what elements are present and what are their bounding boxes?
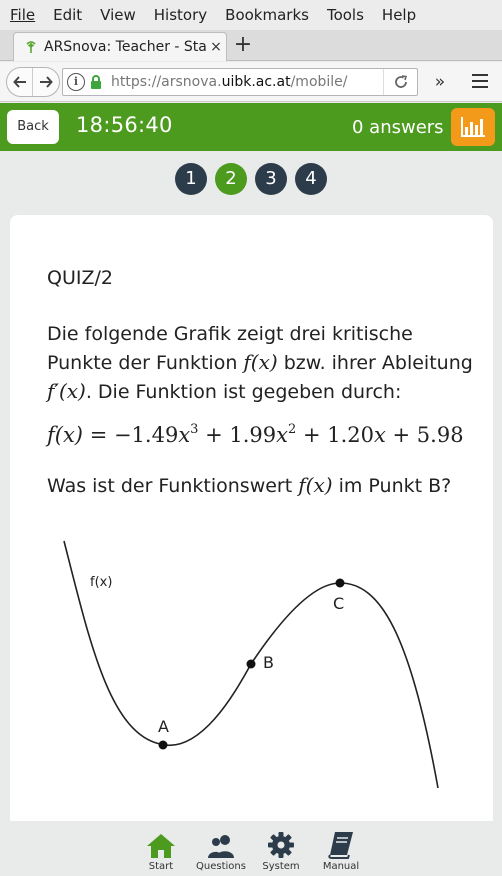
nav-manual[interactable]: Manual	[311, 831, 371, 872]
menu-tools[interactable]: Tools	[321, 6, 370, 24]
menu-edit[interactable]: Edit	[47, 6, 88, 24]
prompt-text-2: im Punkt B?	[332, 475, 452, 497]
new-tab-button[interactable]: +	[232, 34, 254, 56]
reload-icon[interactable]	[383, 69, 417, 95]
browser-navbar: i https://arsnova.uibk.ac.at/mobile/ »	[0, 62, 502, 102]
formula-x2: x	[276, 423, 289, 447]
question-text: Die folgende Grafik zeigt drei kritische…	[47, 320, 477, 406]
math-f-prime: f′(x)	[47, 379, 86, 403]
curve-label: f(x)	[90, 575, 112, 590]
toolbar-overflow-button[interactable]: »	[430, 72, 450, 92]
url-bar[interactable]: i https://arsnova.uibk.ac.at/mobile/	[62, 68, 418, 96]
question-prompt: Was ist der Funktionswert f(x) im Punkt …	[47, 473, 451, 497]
point-c-label: C	[333, 594, 344, 613]
menu-help[interactable]: Help	[376, 6, 422, 24]
back-forward-group	[6, 67, 60, 97]
browser-menubar: File Edit View History Bookmarks Tools H…	[0, 0, 502, 30]
url-text: https://arsnova.uibk.ac.at/mobile/	[111, 74, 348, 90]
browser-forward-button[interactable]	[33, 68, 59, 96]
math-f: f(x)	[243, 350, 278, 374]
nav-questions[interactable]: Questions	[191, 831, 251, 872]
url-prefix: https://arsnova.	[111, 74, 222, 90]
formula-t4: + 5.98	[385, 423, 464, 447]
nav-start[interactable]: Start	[131, 831, 191, 872]
point-b-label: B	[263, 653, 274, 672]
nav-questions-label: Questions	[196, 861, 246, 872]
arsnova-favicon-icon	[24, 40, 38, 54]
book-icon	[328, 832, 353, 859]
menu-history[interactable]: History	[148, 6, 213, 24]
question-id: QUIZ/2	[47, 267, 113, 289]
page-1-button[interactable]: 1	[175, 163, 207, 195]
formula-t2: + 1.99	[198, 423, 277, 447]
formula-lhs: f(x)	[47, 423, 84, 447]
point-c-marker	[335, 578, 345, 588]
answers-count: 0 answers	[352, 117, 444, 138]
nav-start-label: Start	[148, 861, 174, 872]
point-a-label: A	[158, 717, 169, 736]
lock-icon	[89, 74, 105, 90]
users-icon	[208, 835, 234, 858]
formula-x3: x	[374, 423, 386, 447]
page-4-button[interactable]: 4	[295, 163, 327, 195]
nav-system[interactable]: System	[251, 831, 311, 872]
app-header: Back 18:56:40 0 answers	[0, 103, 502, 151]
question-text-3: . Die Funktion ist gegeben durch:	[85, 381, 402, 403]
back-button[interactable]: Back	[7, 110, 59, 144]
question-text-2: bzw. ihrer Ableitung	[277, 352, 473, 374]
info-icon[interactable]: i	[67, 73, 85, 91]
url-suffix: /mobile/	[290, 74, 348, 90]
bar-chart-icon	[461, 117, 485, 137]
statistics-button[interactable]	[451, 108, 495, 146]
page-3-button[interactable]: 3	[255, 163, 287, 195]
browser-back-button[interactable]	[7, 68, 34, 96]
nav-manual-label: Manual	[322, 861, 360, 872]
point-b-marker	[246, 659, 256, 669]
question-card: QUIZ/2 Die folgende Grafik zeigt drei kr…	[10, 215, 493, 827]
menu-view[interactable]: View	[94, 6, 142, 24]
hamburger-menu-icon[interactable]	[472, 74, 488, 88]
arrow-left-icon	[12, 76, 26, 88]
page-2-button[interactable]: 2	[215, 163, 247, 195]
arrow-right-icon	[40, 76, 53, 88]
formula-x1: x	[178, 423, 191, 447]
gear-icon	[268, 832, 294, 858]
question-pager: 1 2 3 4	[0, 163, 502, 195]
url-domain: uibk.ac.at	[221, 74, 291, 90]
prompt-text-1: Was ist der Funktionswert	[47, 475, 299, 497]
nav-system-label: System	[262, 861, 300, 872]
point-a-marker	[158, 740, 168, 750]
bottom-navigation: Start Questions System Manual	[0, 821, 502, 876]
tab-close-icon[interactable]: ×	[206, 39, 226, 55]
home-icon	[147, 834, 175, 858]
function-formula: f(x) = −1.49x3 + 1.99x2 + 1.20x + 5.98	[47, 422, 464, 447]
prompt-math-f: f(x)	[298, 473, 333, 497]
formula-eq: = −1.49	[83, 423, 179, 447]
function-graph: f(x) A B C	[63, 540, 439, 789]
menu-bookmarks[interactable]: Bookmarks	[219, 6, 315, 24]
timer: 18:56:40	[76, 113, 173, 137]
formula-t3: + 1.20	[296, 423, 375, 447]
menu-file[interactable]: File	[4, 6, 41, 24]
browser-tab[interactable]: ARSnova: Teacher - Sta ×	[13, 32, 227, 61]
tab-title: ARSnova: Teacher - Sta	[44, 39, 206, 55]
